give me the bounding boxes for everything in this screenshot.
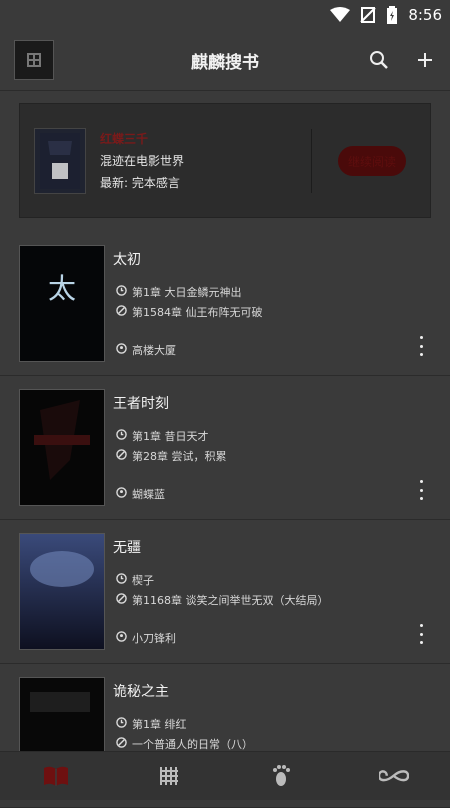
book-latest-chapter: 第28章 尝试，积累 [132, 450, 227, 463]
bookshelf-icon[interactable] [41, 761, 71, 791]
bottom-nav [0, 751, 450, 800]
list-item[interactable]: 无疆 楔子 第1168章 谈笑之间举世无双（大结局） 小刀锋利 [0, 520, 450, 664]
list-item[interactable]: 太 太初 第1章 大日金鳞元神出 第1584章 仙王布阵无可破 高楼大厦 [0, 232, 450, 376]
book-list: 太 太初 第1章 大日金鳞元神出 第1584章 仙王布阵无可破 高楼大厦 王者时… [0, 232, 450, 808]
author-icon [116, 631, 127, 645]
clock-icon [116, 573, 127, 587]
battery-icon [386, 6, 398, 24]
book-first-chapter: 第1章 大日金鳞元神出 [132, 286, 242, 299]
book-title: 诡秘之主 [113, 684, 169, 700]
book-latest-chapter: 一个普通人的日常（八） [132, 738, 253, 751]
recent-reading-card[interactable]: 红蝶三千 混迹在电影世界 最新: 完本感言 继续阅读 [19, 103, 431, 218]
footprint-icon[interactable] [266, 761, 296, 791]
clock-icon [116, 429, 127, 443]
status-bar: 8:56 [0, 0, 450, 30]
clock-icon [116, 717, 127, 731]
svg-text:太: 太 [48, 272, 76, 305]
book-cover: 太 [19, 245, 105, 362]
recent-book-cover [34, 127, 86, 194]
book-latest-chapter: 第1584章 仙王布阵无可破 [132, 306, 263, 319]
status-time: 8:56 [408, 6, 442, 24]
compass-icon [116, 593, 127, 607]
divider [311, 129, 312, 193]
more-options-icon[interactable] [414, 480, 428, 500]
avatar[interactable] [14, 40, 54, 80]
compass-icon [116, 449, 127, 463]
book-cover [19, 389, 105, 506]
search-icon[interactable] [368, 49, 390, 71]
wifi-icon [330, 7, 351, 23]
book-title: 王者时刻 [113, 396, 169, 412]
list-item[interactable]: 王者时刻 第1章 昔日天才 第28章 尝试，积累 蝴蝶蓝 [0, 376, 450, 520]
book-cover [19, 533, 105, 650]
book-title: 无疆 [113, 540, 141, 556]
more-options-icon[interactable] [414, 336, 428, 356]
recent-book-latest: 最新: 完本感言 [100, 175, 180, 190]
continue-reading-button[interactable]: 继续阅读 [338, 146, 406, 176]
recent-book-line1: 混迹在电影世界 [100, 153, 185, 168]
no-signal-icon [360, 7, 377, 23]
book-first-chapter: 楔子 [132, 574, 154, 587]
author-icon [116, 343, 127, 357]
book-first-chapter: 第1章 绯红 [132, 718, 187, 731]
book-author: 蝴蝶蓝 [132, 488, 165, 501]
app-bar: 麒麟搜书 [0, 30, 450, 91]
book-title: 太初 [113, 252, 141, 268]
book-author: 小刀锋利 [132, 632, 176, 645]
book-author: 高楼大厦 [132, 344, 176, 357]
add-icon[interactable] [414, 49, 436, 71]
more-options-icon[interactable] [414, 624, 428, 644]
compass-icon [116, 305, 127, 319]
book-first-chapter: 第1章 昔日天才 [132, 430, 209, 443]
recent-book-name: 红蝶三千 [100, 131, 149, 146]
clock-icon [116, 285, 127, 299]
discover-grid-icon[interactable] [154, 761, 184, 791]
compass-icon [116, 737, 127, 751]
infinity-icon[interactable] [378, 761, 409, 791]
author-icon [116, 487, 127, 501]
book-latest-chapter: 第1168章 谈笑之间举世无双（大结局） [132, 594, 329, 607]
